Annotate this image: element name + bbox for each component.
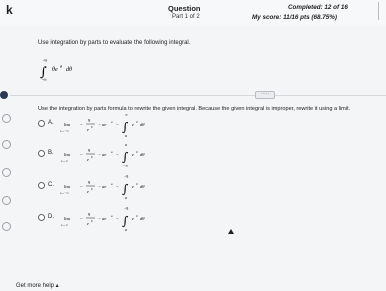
lim-text: lim: [64, 152, 71, 157]
int-integrand-exp: θ: [136, 120, 138, 124]
mid-term: − ae: [98, 184, 106, 189]
int-integrand: e: [132, 152, 134, 157]
completed-status: Completed: 12 of 16: [288, 4, 348, 11]
radio-option-d[interactable]: [38, 214, 45, 221]
integral-sign: ∫: [122, 120, 129, 134]
mid-term: − ae: [98, 152, 106, 157]
footer-bar: Get more help ▴: [0, 282, 386, 291]
frac-denominator: e: [87, 189, 89, 194]
frac-numerator: 9: [88, 212, 91, 217]
question-title: Question: [168, 4, 201, 13]
lim-minus: −: [80, 153, 83, 158]
option-d-expression: lim a→∞ − 9 e 9 − ae a − −9 ∫ a e θ dθ: [61, 206, 145, 232]
int-integrand-exp: θ: [136, 182, 138, 186]
instruction-text: Use integration by parts to evaluate the…: [38, 40, 191, 46]
int-integrand-exp: θ: [136, 214, 138, 218]
frac-denominator: e: [87, 157, 89, 162]
int-lower: −∞: [123, 163, 128, 168]
lim-subscript: a→∞: [61, 223, 69, 227]
side-nav-circle[interactable]: [2, 114, 11, 123]
lim-subscript: a→−∞: [60, 191, 69, 195]
option-c-expression: lim a→−∞ − 9 e 9 − ae a − −9 ∫ a e θ dθ: [60, 174, 145, 200]
int-diff: dθ: [140, 122, 145, 127]
frac-numerator: 9: [88, 148, 91, 153]
int-lower: a: [125, 195, 127, 200]
side-nav-circle[interactable]: [2, 140, 11, 149]
question-part: Part 1 of 2: [172, 14, 200, 20]
integral-upper-limit: -9: [43, 58, 47, 63]
option-c-letter: C.: [48, 182, 54, 188]
option-b-expression: lim a→∞ − 9 e 9 − ae a − a ∫ −∞ e θ dθ: [61, 142, 145, 168]
mid-term-exp: a: [111, 150, 113, 154]
header-divider: [378, 2, 379, 20]
option-a-expression: lim a→−∞ − 9 e 9 − ae a − ∞ ∫ a e θ dθ: [60, 112, 145, 138]
side-nav-circle[interactable]: [2, 196, 11, 205]
radio-option-c[interactable]: [38, 182, 45, 189]
int-lower: a: [125, 227, 127, 232]
frac-denominator: e: [87, 127, 89, 132]
top-header: k Question Part 1 of 2 Completed: 12 of …: [0, 0, 386, 26]
lim-text: lim: [64, 184, 71, 189]
int-upper: −9: [124, 174, 128, 179]
radio-option-a[interactable]: [38, 120, 45, 127]
mid-term: − ae: [98, 216, 106, 221]
mid-term: − ae: [98, 122, 106, 127]
lim-text: lim: [64, 122, 71, 127]
int-integrand: e: [132, 122, 134, 127]
frac-den-exp: 9: [91, 155, 93, 159]
lim-minus: −: [80, 185, 83, 190]
int-upper: a: [125, 142, 127, 147]
int-diff: dθ: [140, 152, 145, 157]
frac-numerator: 9: [88, 180, 91, 185]
side-nav-circle[interactable]: [2, 222, 11, 231]
app-letter: k: [6, 3, 13, 17]
frac-numerator: 9: [88, 118, 91, 123]
integral-sign: ∫: [122, 150, 129, 164]
integral-minus: −: [116, 185, 119, 190]
lim-text: lim: [64, 216, 71, 221]
mouse-cursor-icon: [228, 229, 234, 234]
given-integral: -9 ∫ -∞ θe θ dθ: [40, 58, 72, 82]
option-b-letter: B.: [48, 150, 54, 156]
section-marker: [0, 91, 8, 99]
lim-subscript: a→−∞: [60, 129, 69, 133]
integral-minus: −: [116, 217, 119, 222]
int-integrand-exp: θ: [136, 150, 138, 154]
int-integrand: e: [132, 216, 134, 221]
section-divider: [10, 95, 386, 96]
mid-term-exp: a: [111, 182, 113, 186]
mid-term-exp: a: [111, 120, 113, 124]
lim-minus: −: [80, 217, 83, 222]
int-upper: −9: [124, 206, 128, 211]
int-integrand: e: [132, 184, 134, 189]
int-upper: ∞: [125, 112, 128, 117]
int-diff: dθ: [140, 184, 145, 189]
option-d-letter: D.: [48, 214, 54, 220]
frac-den-exp: 9: [91, 219, 93, 223]
integral-minus: −: [116, 153, 119, 158]
integrand: θe: [52, 67, 58, 73]
integral-sign: ∫: [122, 182, 129, 196]
frac-denominator: e: [87, 221, 89, 226]
expand-ellipsis-button[interactable]: ·····: [255, 91, 275, 99]
int-diff: dθ: [140, 216, 145, 221]
int-lower: a: [125, 133, 127, 138]
integral-lower-limit: -∞: [42, 77, 47, 82]
lim-subscript: a→∞: [61, 159, 69, 163]
side-nav-circle[interactable]: [2, 168, 11, 177]
radio-option-b[interactable]: [38, 150, 45, 157]
option-a-letter: A.: [48, 120, 54, 126]
integral-differential: dθ: [66, 67, 72, 73]
mid-term-exp: a: [111, 214, 113, 218]
frac-den-exp: 9: [91, 125, 93, 129]
integral-sign: ∫: [122, 214, 129, 228]
my-score: My score: 11/16 pts (68.75%): [252, 14, 337, 21]
get-more-help-link[interactable]: Get more help ▴: [16, 282, 59, 289]
integrand-exponent: θ: [60, 65, 62, 69]
frac-den-exp: 9: [91, 187, 93, 191]
lim-minus: −: [80, 123, 83, 128]
integral-minus: −: [116, 123, 119, 128]
